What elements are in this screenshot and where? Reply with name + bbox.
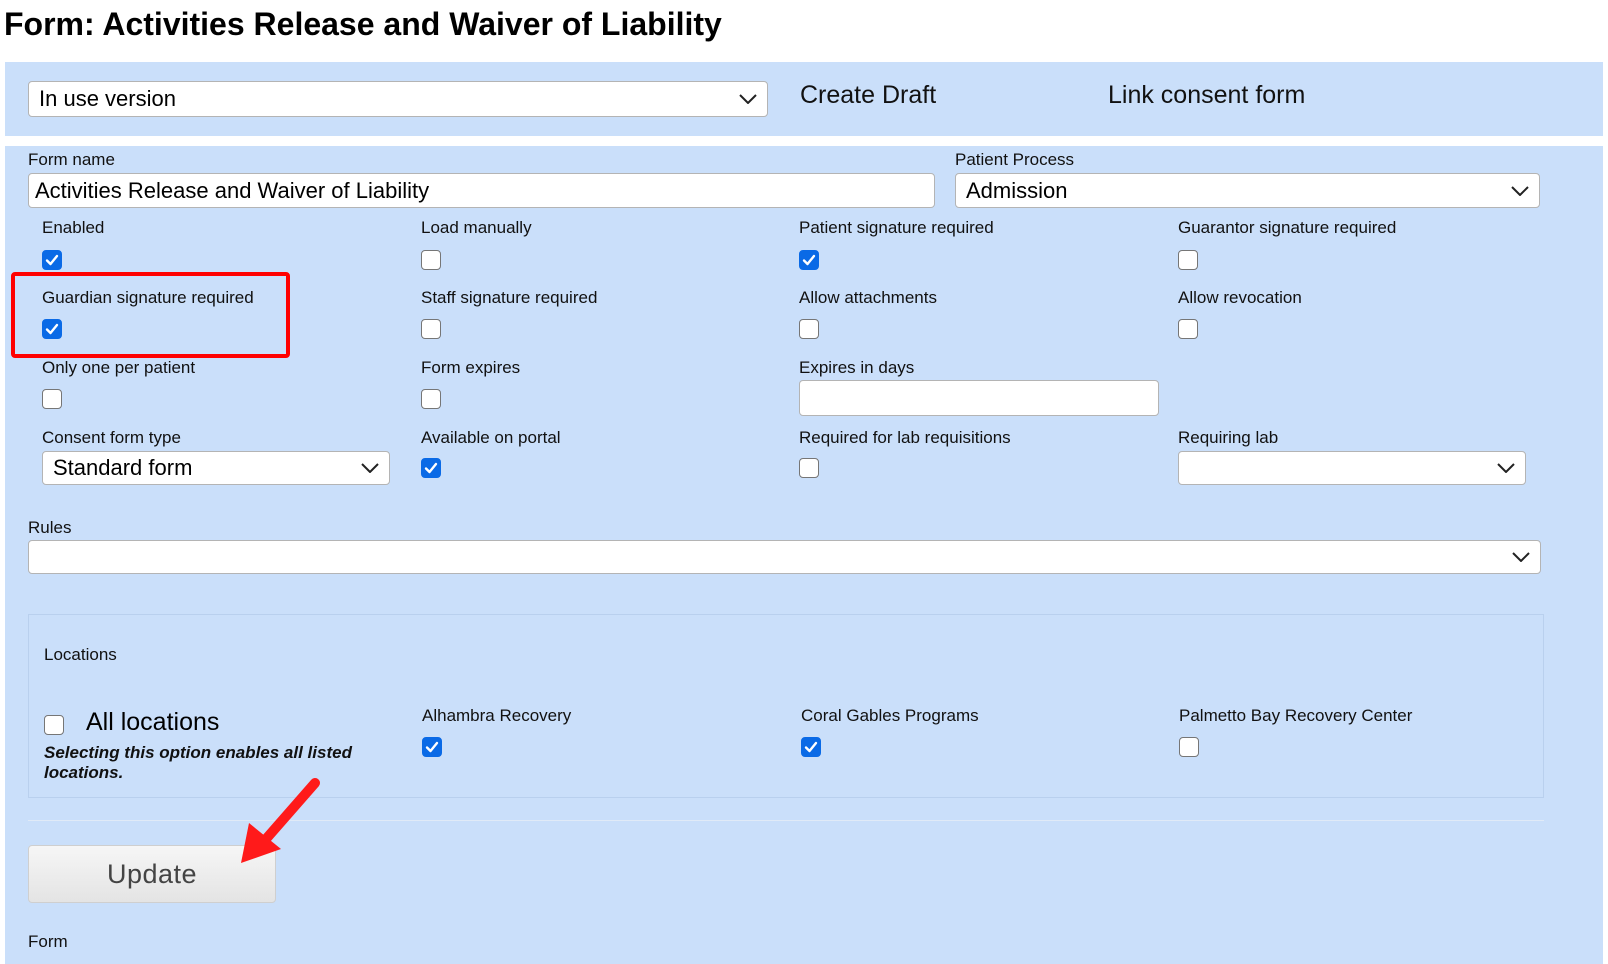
page-title: Form: Activities Release and Waiver of L… [4,6,722,42]
allow-attachments-label: Allow attachments [799,288,937,307]
red-arrow-icon [241,778,320,863]
link-consent-form-link[interactable]: Link consent form [1108,81,1305,110]
checkmark-icon [45,254,59,266]
form-expires-checkbox[interactable] [421,389,441,409]
highlight-box [11,272,290,358]
required-for-lab-checkbox[interactable] [799,458,819,478]
expires-in-days-input[interactable] [799,380,1159,416]
rules-label: Rules [28,518,72,537]
staff-signature-label: Staff signature required [421,288,598,307]
chevron-down-icon [1497,463,1515,473]
location-checkbox-coral-gables[interactable] [801,737,821,757]
expires-in-days-label: Expires in days [799,358,915,377]
form-name-label: Form name [28,150,115,169]
location-label-palmetto-bay: Palmetto Bay Recovery Center [1179,706,1413,725]
required-for-lab-label: Required for lab requisitions [799,428,1011,447]
only-one-per-patient-checkbox[interactable] [42,389,62,409]
location-label-alhambra: Alhambra Recovery [422,706,572,725]
location-checkbox-palmetto-bay[interactable] [1179,737,1199,757]
requiring-lab-select[interactable] [1178,451,1526,485]
only-one-per-patient-label: Only one per patient [42,358,196,377]
guarantor-signature-checkbox[interactable] [1178,250,1198,270]
checkmark-icon [424,462,438,474]
load-manually-label: Load manually [421,218,532,237]
patient-process-value: Admission [966,177,1068,203]
consent-form-type-value: Standard form [53,455,193,480]
checkmark-icon [804,741,818,753]
chevron-down-icon [739,94,757,104]
checkmark-icon [425,741,439,753]
locations-heading: Locations [44,645,117,664]
chevron-down-icon [1511,185,1529,196]
patient-process-select[interactable]: Admission [955,173,1540,208]
allow-revocation-label: Allow revocation [1178,288,1302,307]
allow-attachments-checkbox[interactable] [799,319,819,339]
staff-signature-checkbox[interactable] [421,319,441,339]
enabled-checkbox[interactable] [42,250,62,270]
guarantor-signature-label: Guarantor signature required [1178,218,1397,237]
form-expires-label: Form expires [421,358,521,377]
patient-process-label: Patient Process [955,150,1075,169]
available-on-portal-checkbox[interactable] [421,458,441,478]
chevron-down-icon [361,463,379,473]
patient-signature-label: Patient signature required [799,218,994,237]
consent-form-type-select[interactable]: Standard form [42,451,390,485]
version-select-value: In use version [39,86,176,111]
load-manually-checkbox[interactable] [421,250,441,270]
consent-form-type-label: Consent form type [42,428,181,447]
version-select[interactable]: In use version [28,81,768,117]
rules-select[interactable] [28,540,1541,574]
all-locations-label: All locations [86,708,220,736]
patient-signature-checkbox[interactable] [799,250,819,270]
available-on-portal-label: Available on portal [421,428,561,447]
chevron-down-icon [1512,552,1530,562]
location-checkbox-alhambra[interactable] [422,737,442,757]
all-locations-checkbox[interactable] [44,715,64,735]
form-section-label-partial: Form [28,932,68,951]
enabled-label: Enabled [42,218,105,237]
checkmark-icon [802,254,816,266]
requiring-lab-label: Requiring lab [1178,428,1279,447]
form-name-input[interactable]: Activities Release and Waiver of Liabili… [28,173,935,208]
create-draft-link[interactable]: Create Draft [800,81,936,110]
allow-revocation-checkbox[interactable] [1178,319,1198,339]
location-label-coral-gables: Coral Gables Programs [801,706,979,725]
